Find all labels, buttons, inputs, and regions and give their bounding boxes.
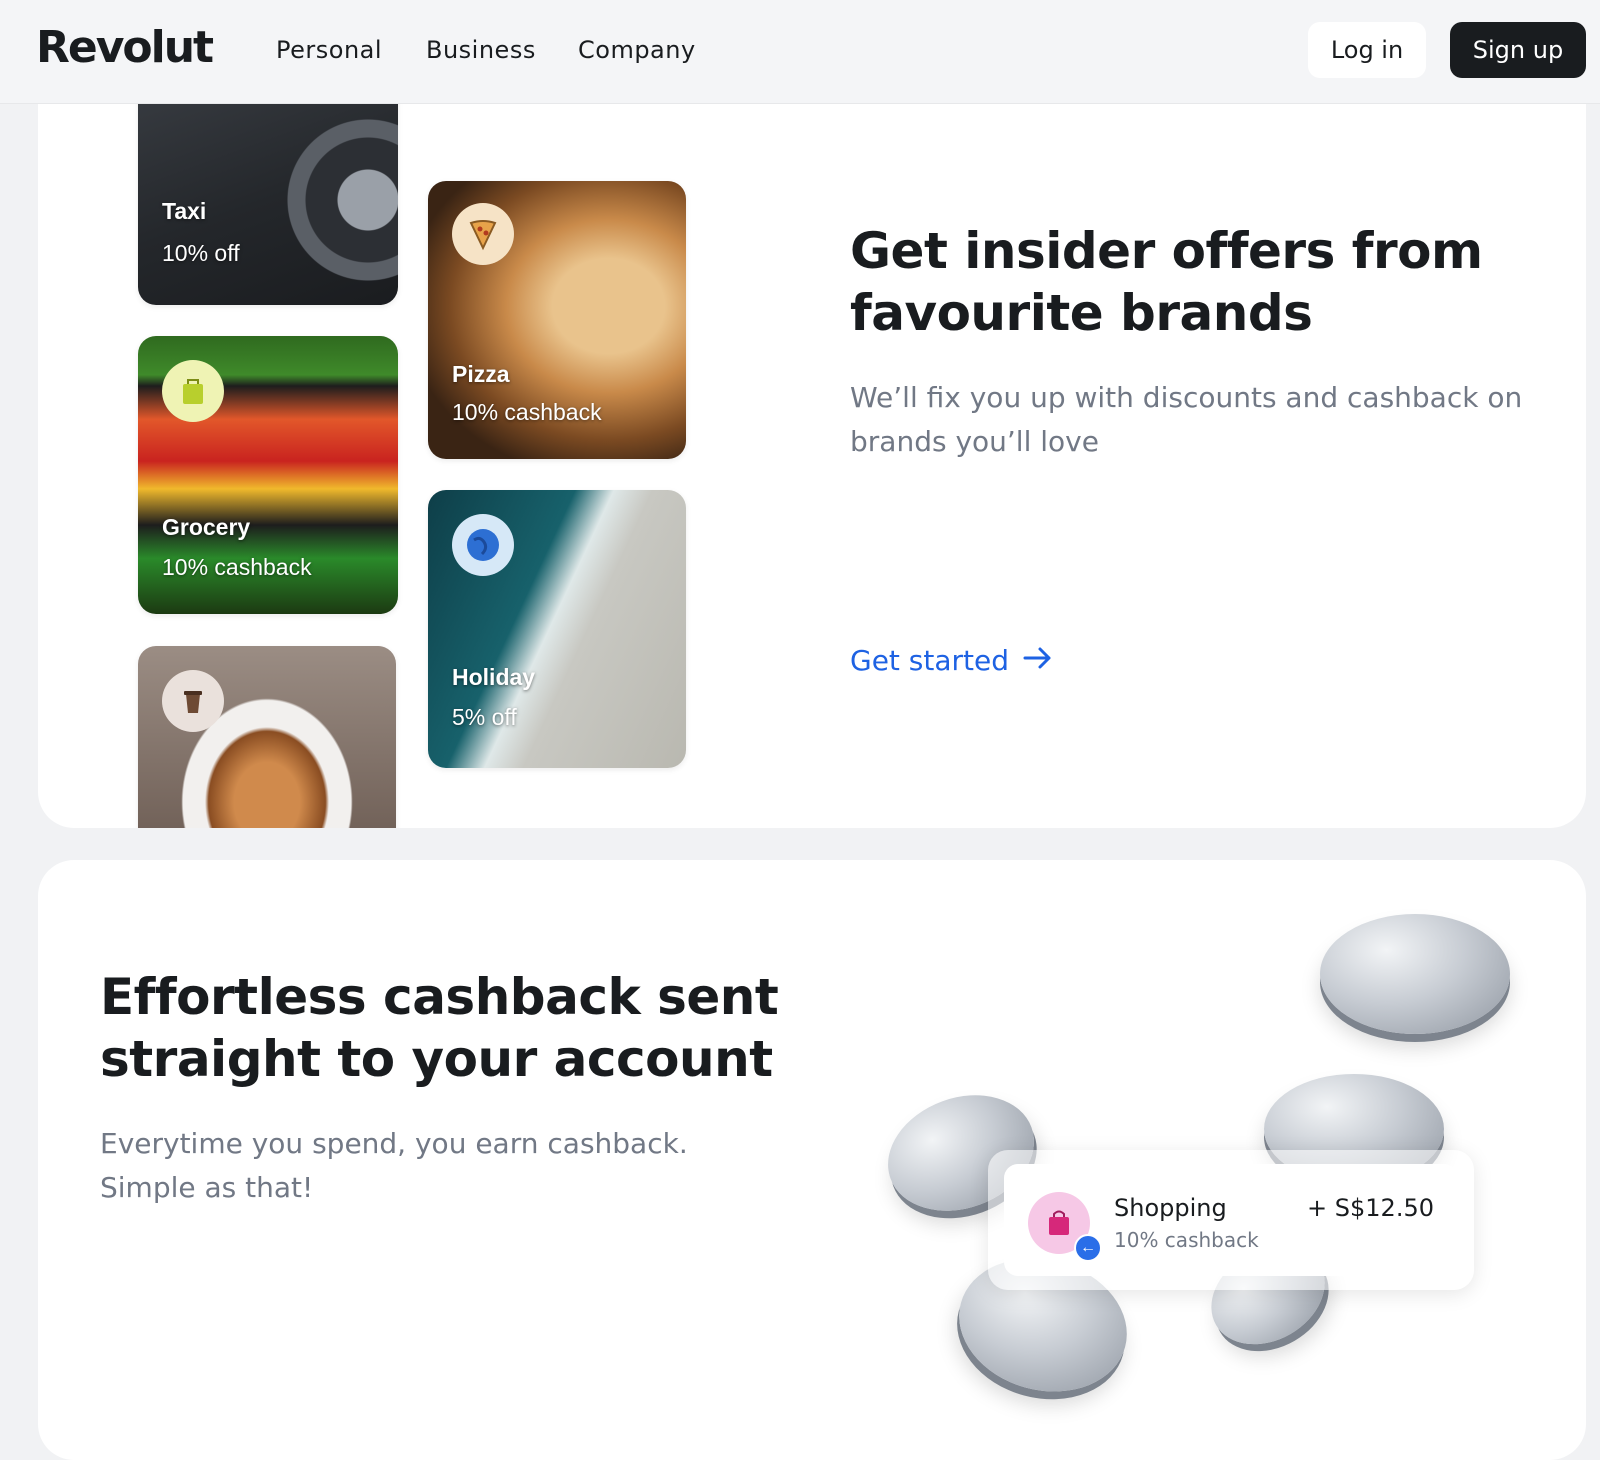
transaction-title: Shopping [1114, 1194, 1227, 1222]
top-nav: Revolut Personal Business Company Log in… [0, 0, 1600, 104]
revolut-logo[interactable]: Revolut [36, 22, 214, 73]
offer-tile-grocery[interactable]: Grocery 10% cashback [138, 336, 398, 614]
transaction-amount: + S$12.50 [1307, 1194, 1434, 1222]
tile-offer: 10% cashback [162, 554, 312, 580]
offer-tile-pizza[interactable]: Pizza 10% cashback [428, 181, 686, 459]
get-started-link[interactable]: Get started [850, 644, 1053, 677]
pizza-icon [452, 203, 514, 265]
arrow-right-icon [1023, 644, 1053, 677]
cashback-transaction-card: ← Shopping 10% cashback + S$12.50 [988, 1150, 1474, 1290]
tile-offer: 5% off [452, 704, 517, 730]
tile-offer: 10% cashback [452, 399, 602, 425]
offers-panel: Taxi 10% off Pizza 10% cashback Grocery … [38, 60, 1586, 828]
tile-name: Grocery [162, 514, 251, 540]
transaction-row: ← Shopping 10% cashback + S$12.50 [1004, 1164, 1458, 1276]
cashback-subheading: Everytime you spend, you earn cashback. … [100, 1127, 688, 1204]
shopping-bag-icon [162, 360, 224, 422]
globe-icon [452, 514, 514, 576]
tile-offer: 10% off [162, 240, 240, 266]
tile-name: Taxi [162, 198, 207, 224]
coin-decoration [1320, 914, 1510, 1034]
offer-tile-holiday[interactable]: Holiday 5% off [428, 490, 686, 768]
signup-button[interactable]: Sign up [1450, 22, 1586, 78]
nav-link-company[interactable]: Company [578, 36, 696, 64]
transaction-subtitle: 10% cashback [1114, 1228, 1259, 1252]
tile-name: Pizza [452, 361, 510, 387]
nav-link-business[interactable]: Business [426, 36, 536, 64]
cashback-panel: Effortless cashback sent straight to you… [38, 860, 1586, 1460]
offer-tile-coffee[interactable] [138, 646, 396, 828]
offers-subheading: We’ll fix you up with discounts and cash… [850, 381, 1523, 458]
nav-link-personal[interactable]: Personal [276, 36, 382, 64]
coffee-cup-icon [162, 670, 224, 732]
login-button[interactable]: Log in [1308, 22, 1426, 78]
cashback-heading: Effortless cashback sent straight to you… [100, 968, 779, 1088]
tile-name: Holiday [452, 664, 536, 690]
arrow-left-icon: ← [1074, 1234, 1102, 1262]
get-started-label: Get started [850, 644, 1010, 677]
offers-heading: Get insider offers from favourite brands [850, 222, 1483, 342]
